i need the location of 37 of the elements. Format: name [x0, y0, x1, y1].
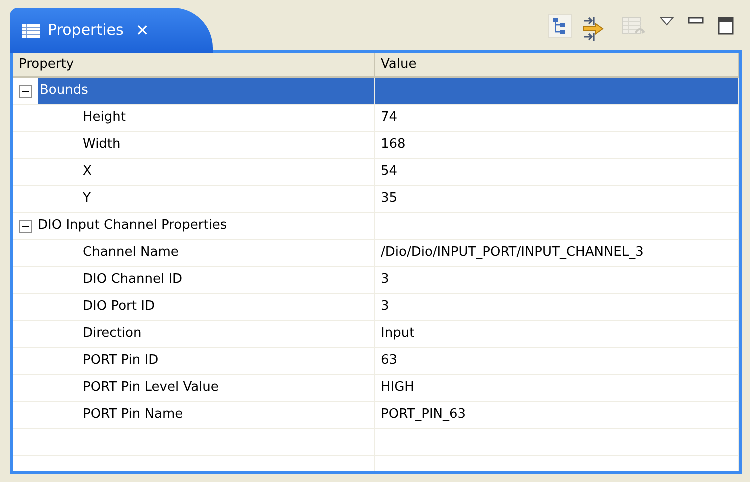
column-header[interactable]: Property: [13, 53, 375, 78]
property-name: Height: [83, 109, 126, 128]
property-value[interactable]: 168: [381, 135, 406, 155]
close-button[interactable]: ✕: [132, 18, 154, 42]
property-value[interactable]: 54: [381, 162, 398, 182]
property-value[interactable]: 63: [381, 351, 398, 371]
collapse-toggle[interactable]: [19, 84, 32, 98]
property-name: Y: [83, 190, 91, 208]
tab-title: Properties: [48, 20, 124, 42]
property-name: Width: [83, 136, 121, 154]
view-tab[interactable]: Properties ✕: [10, 8, 214, 53]
property-name: PORT Pin Name: [83, 406, 184, 424]
property-value[interactable]: 3: [381, 270, 390, 290]
minimize-icon: [688, 17, 704, 25]
category-name[interactable]: Bounds: [38, 78, 374, 104]
tree-icon: [552, 17, 568, 35]
category-name[interactable]: DIO Input Channel Properties: [38, 216, 228, 236]
property-value[interactable]: 35: [381, 189, 398, 209]
property-name: X: [83, 163, 92, 182]
column-header[interactable]: Value: [375, 53, 739, 78]
property-name: Channel Name: [83, 244, 179, 262]
property-name: PORT Pin Level Value: [83, 379, 219, 398]
maximize-icon: [718, 17, 734, 35]
collapse-toggle[interactable]: [19, 220, 32, 232]
property-name: Direction: [83, 325, 142, 344]
property-value[interactable]: HIGH: [381, 378, 414, 398]
table-icon: [22, 24, 40, 38]
property-value[interactable]: 74: [381, 108, 398, 128]
tree-button[interactable]: [548, 14, 572, 38]
property-name: PORT Pin ID: [83, 352, 159, 370]
property-name: DIO Port ID: [83, 298, 155, 316]
property-value[interactable]: Input: [381, 324, 415, 344]
property-value[interactable]: /Dio/Dio/INPUT_PORT/INPUT_CHANNEL_3: [381, 243, 644, 263]
property-value[interactable]: 3: [381, 297, 390, 317]
property-name: DIO Channel ID: [83, 271, 183, 290]
dropdown-icon: [660, 17, 674, 27]
property-value[interactable]: PORT_PIN_63: [381, 405, 466, 425]
